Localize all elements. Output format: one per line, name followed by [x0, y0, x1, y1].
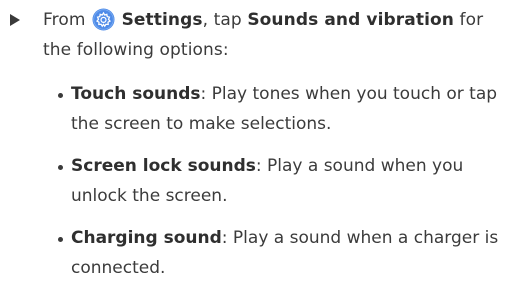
bullet-dot-icon: [58, 165, 63, 170]
options-list: Touch sounds: Play tones when you touch …: [58, 79, 511, 295]
bullet-dot-icon: [58, 93, 63, 98]
sounds-and-vibration-label: Sounds and vibration: [247, 10, 454, 30]
step-prefix: From: [43, 10, 86, 30]
step-arrow-icon: [10, 14, 20, 26]
settings-gear-icon: [92, 8, 115, 31]
option-touch-sounds: Touch sounds: Play tones when you touch …: [58, 79, 511, 139]
option-name: Touch sounds: [71, 84, 201, 104]
step-middle: , tap: [202, 10, 242, 30]
option-charging-sound: Charging sound: Play a sound when a char…: [58, 223, 511, 283]
option-name: Screen lock sounds: [71, 156, 256, 176]
settings-label: Settings: [121, 10, 203, 30]
bullet-dot-icon: [58, 237, 63, 242]
option-screen-lock-sounds: Screen lock sounds: Play a sound when yo…: [58, 151, 511, 211]
step-text: From Settings, tap Sounds and vibration …: [43, 5, 505, 65]
option-name: Charging sound: [71, 228, 222, 248]
